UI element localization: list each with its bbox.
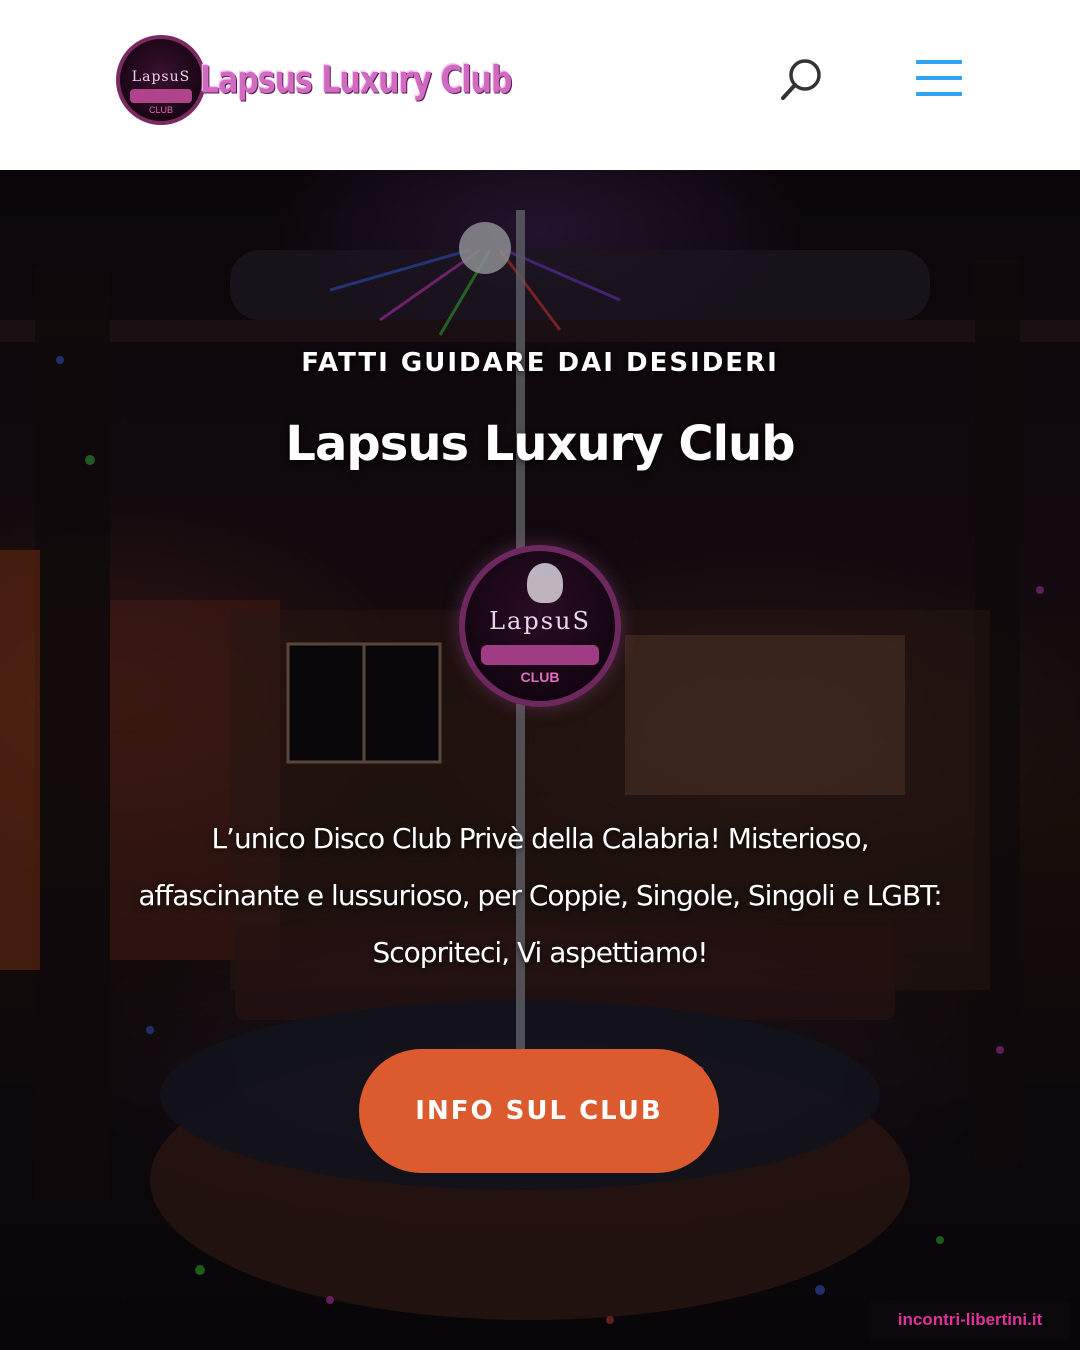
logo-badge-ribbon (130, 89, 192, 103)
hero-description-line: Scopriteci, Vi aspettiamo! (372, 936, 708, 969)
search-icon (781, 59, 821, 100)
logo-badge-text: LapsuS (131, 69, 191, 85)
hero-badge-subtext: CLUB (520, 669, 560, 685)
logo-badge: LapsuS CLUB (116, 35, 206, 125)
hero-description: L’unico Disco Club Privè della Calabria!… (100, 810, 980, 981)
info-club-button[interactable]: INFO SUL CLUB (359, 1049, 719, 1173)
hero-logo-badge: LapsuS CLUB (459, 545, 621, 707)
hero-description-line: L’unico Disco Club Privè della Calabria!… (211, 822, 869, 855)
hero-badge-ribbon (481, 645, 599, 665)
site-logo[interactable]: LapsuS CLUB Lapsus Luxury Club (116, 34, 512, 126)
hero-content: FATTI GUIDARE DAI DESIDERI Lapsus Luxury… (0, 170, 1080, 1350)
watermark: incontri-libertini.it (870, 1300, 1070, 1340)
search-button[interactable] (778, 56, 826, 104)
hero-badge-text: LapsuS (489, 607, 591, 635)
hero-description-line: affascinante e lussurioso, per Coppie, S… (138, 879, 942, 912)
logo-badge-subtext: CLUB (148, 105, 173, 115)
menu-bar (916, 60, 962, 64)
hero-section: FATTI GUIDARE DAI DESIDERI Lapsus Luxury… (0, 170, 1080, 1350)
hamburger-menu-icon[interactable] (914, 58, 964, 98)
site-header: LapsuS CLUB Lapsus Luxury Club (0, 0, 1080, 170)
menu-bar (916, 76, 962, 80)
menu-bar (916, 92, 962, 96)
logo-wordmark: Lapsus Luxury Club (200, 58, 512, 102)
hero-eyebrow: FATTI GUIDARE DAI DESIDERI (301, 348, 779, 378)
silhouette-icon (527, 563, 563, 603)
hero-title: Lapsus Luxury Club (285, 416, 795, 472)
